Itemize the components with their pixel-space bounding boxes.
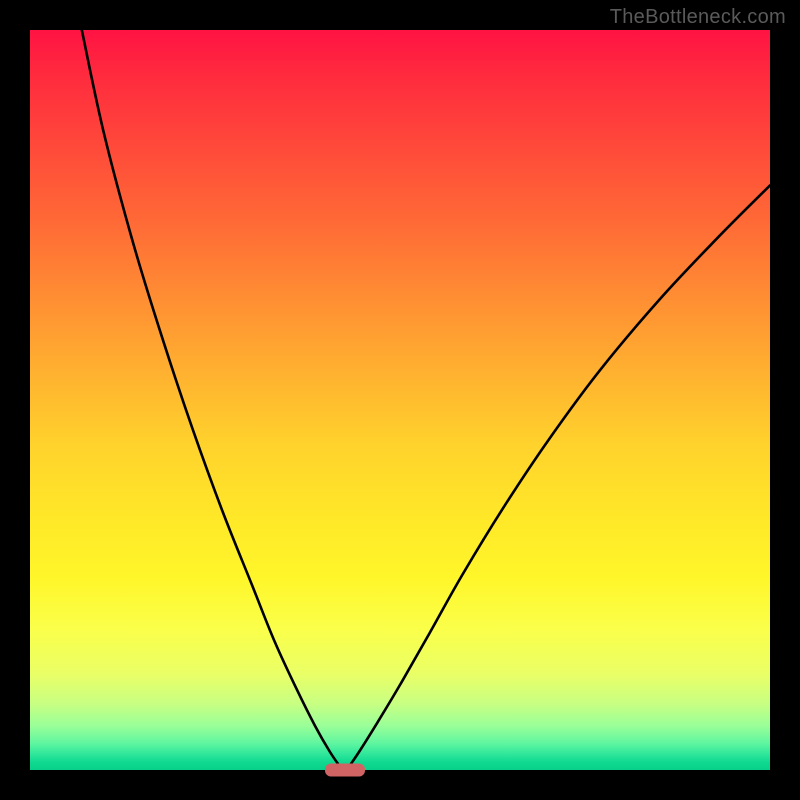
curve-svg bbox=[30, 30, 770, 770]
chart-frame: TheBottleneck.com bbox=[0, 0, 800, 800]
curve-left-branch bbox=[82, 30, 341, 768]
curve-right-branch bbox=[348, 185, 770, 767]
minimum-marker bbox=[325, 764, 365, 777]
plot-area bbox=[30, 30, 770, 770]
watermark-text: TheBottleneck.com bbox=[610, 6, 786, 29]
